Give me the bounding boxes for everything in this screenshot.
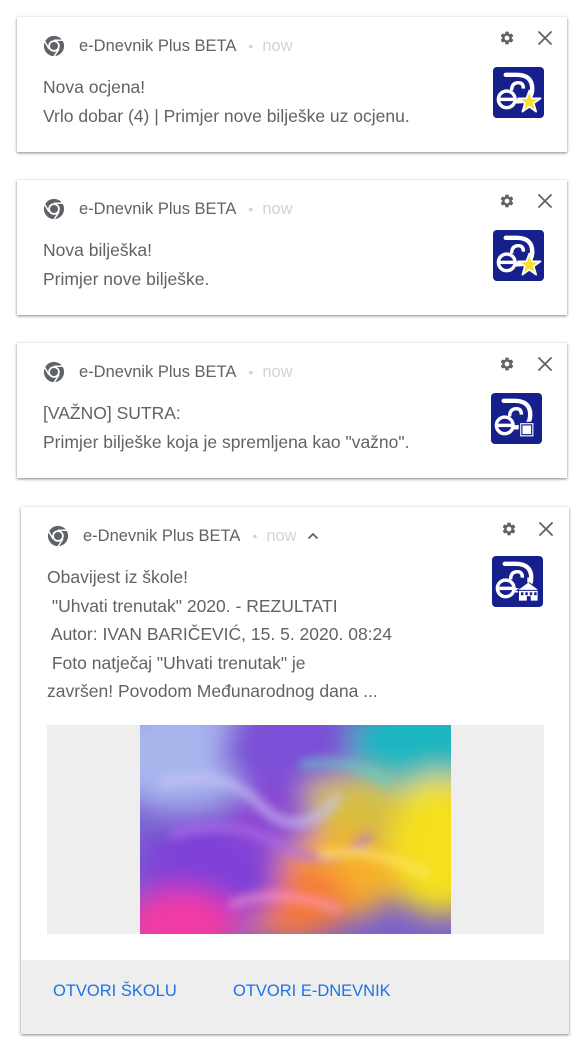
separator-dot: •: [252, 528, 258, 544]
settings-gear-icon[interactable]: [499, 356, 515, 372]
notification-time: now: [262, 36, 293, 55]
chrome-icon: [43, 35, 65, 57]
edn-school-logo-icon: [492, 556, 543, 607]
chevron-up-icon[interactable]: [307, 532, 319, 540]
settings-gear-icon[interactable]: [499, 193, 515, 209]
app-name: e-Dnevnik Plus BETA: [79, 199, 237, 218]
notification-line: Autor: IVAN BARIČEVIĆ, 15. 5. 2020. 08:2…: [47, 624, 393, 644]
app-name: e-Dnevnik Plus BETA: [83, 526, 241, 545]
chrome-icon: [43, 198, 65, 220]
notification-line: "Uhvati trenutak" 2020. - REZULTATI: [47, 595, 338, 616]
chrome-icon: [43, 361, 65, 383]
close-icon[interactable]: [538, 357, 552, 371]
notification-body: Nova bilješka! Primjer nove bilješke.: [43, 236, 209, 293]
notification-line: Foto natječaj "Uhvati trenutak" je: [47, 652, 306, 673]
open-school-button[interactable]: OTVORI ŠKOLU: [53, 982, 177, 1001]
separator-dot: •: [248, 364, 254, 380]
app-name: e-Dnevnik Plus BETA: [79, 36, 237, 55]
notification-time: now: [262, 362, 293, 381]
notification-card[interactable]: e-Dnevnik Plus BETA • now [VAŽNO] SUTRA:…: [17, 343, 567, 478]
close-icon[interactable]: [538, 194, 552, 208]
close-icon[interactable]: [538, 31, 552, 45]
notification-card[interactable]: e-Dnevnik Plus BETA • now Nova ocjena! Vr…: [17, 17, 567, 152]
settings-gear-icon[interactable]: [499, 30, 515, 46]
notification-header: e-Dnevnik Plus BETA • now: [43, 35, 293, 57]
notification-image: [47, 725, 544, 934]
notification-body: Nova ocjena! Vrlo dobar (4) | Primjer nov…: [43, 73, 410, 130]
notification-time: now: [266, 526, 297, 545]
notification-body: [VAŽNO] SUTRA: Primjer bilješke koja je s…: [43, 399, 409, 456]
notification-title: [VAŽNO] SUTRA:: [43, 403, 181, 423]
notification-actions: OTVORI ŠKOLU OTVORI E-DNEVNIK: [21, 960, 569, 1034]
notification-message: Primjer nove bilješke.: [43, 268, 210, 289]
notification-body: Obavijest iz škole! "Uhvati trenutak" 20…: [47, 563, 392, 706]
notification-message: Primjer bilješke koja je spremljena kao …: [43, 431, 410, 452]
notification-header: e-Dnevnik Plus BETA • now: [43, 198, 293, 220]
separator-dot: •: [248, 201, 254, 217]
chrome-icon: [47, 525, 69, 547]
notification-title: Nova bilješka!: [43, 240, 152, 260]
settings-gear-icon[interactable]: [501, 521, 517, 537]
notification-line: završen! Povodom Međunarodnog dana ...: [47, 681, 378, 701]
separator-dot: •: [248, 38, 254, 54]
notification-header: e-Dnevnik Plus BETA • now: [43, 361, 293, 383]
notification-title: Nova ocjena!: [43, 77, 146, 97]
edn-star-logo-icon: [493, 67, 544, 118]
edn-square-logo-icon: [491, 393, 542, 444]
notification-time: now: [262, 199, 293, 218]
open-ednevnik-button[interactable]: OTVORI E-DNEVNIK: [233, 982, 391, 1001]
notification-card[interactable]: e-Dnevnik Plus BETA • now Nova bilješka!…: [17, 180, 567, 315]
close-icon[interactable]: [539, 522, 553, 536]
notification-header: e-Dnevnik Plus BETA • now: [47, 525, 319, 547]
notification-message: Vrlo dobar (4) | Primjer nove bilješke u…: [43, 105, 410, 126]
notification-title: Obavijest iz škole!: [47, 567, 189, 587]
colorful-paint-photo: [140, 725, 451, 934]
app-name: e-Dnevnik Plus BETA: [79, 362, 237, 381]
notification-card-expanded[interactable]: e-Dnevnik Plus BETA • now Obavijest iz š…: [21, 507, 569, 1034]
edn-star-logo-icon: [493, 230, 544, 281]
